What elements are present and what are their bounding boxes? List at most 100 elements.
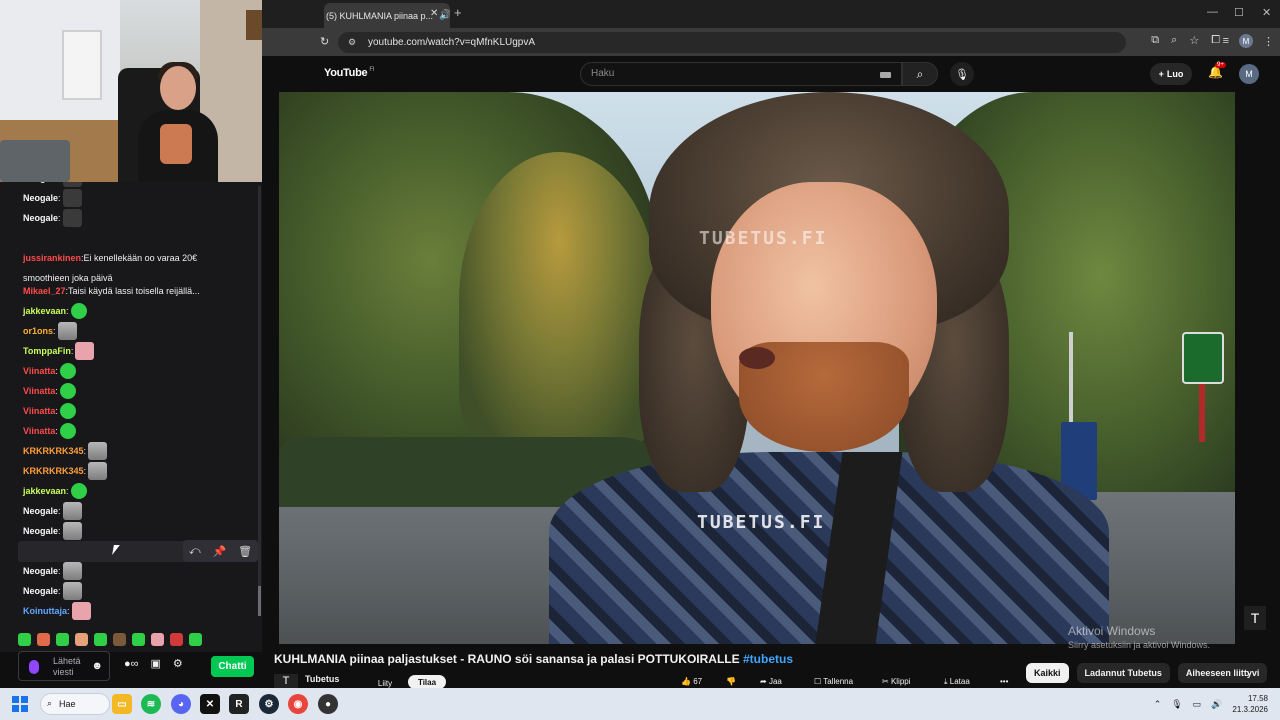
app-icon[interactable]: R xyxy=(229,694,249,714)
network-icon[interactable]: ▭ xyxy=(1193,699,1202,710)
share-button[interactable]: ➦ Jaa xyxy=(760,677,782,686)
chat-username[interactable]: Viinatta xyxy=(23,366,55,376)
pin-icon[interactable]: 📌 xyxy=(213,545,227,558)
chat-username[interactable]: jussirankinen xyxy=(23,253,81,263)
chat-username[interactable]: or1ons xyxy=(23,326,53,336)
player-logo-icon[interactable]: T xyxy=(1244,606,1266,630)
chat-message[interactable]: Neogale: xyxy=(23,561,82,581)
chip-all[interactable]: Kaikki xyxy=(1026,663,1069,683)
chat-message[interactable]: Viinatta: xyxy=(23,381,76,401)
emote-icon[interactable] xyxy=(18,632,31,646)
bookmark-star-icon[interactable]: ☆ xyxy=(1189,34,1199,47)
chat-message[interactable]: Viinatta: xyxy=(23,421,76,441)
chat-message[interactable]: Viinatta: xyxy=(23,401,76,421)
emote-icon[interactable] xyxy=(170,632,183,646)
account-avatar[interactable]: M xyxy=(1239,64,1259,84)
delete-icon[interactable]: 🗑 xyxy=(238,545,252,558)
save-button[interactable]: ☐ Tallenna xyxy=(814,677,853,686)
chat-username[interactable]: Neogale xyxy=(23,506,58,516)
settings-icon[interactable]: ⚙ xyxy=(173,657,183,670)
voice-search-button[interactable]: 🎙 xyxy=(950,62,974,86)
emote-icon[interactable] xyxy=(37,632,50,646)
create-button[interactable]: + Luo xyxy=(1150,63,1192,85)
chat-message[interactable]: Koinuttaja: xyxy=(23,601,91,621)
minimize-icon[interactable]: — xyxy=(1207,6,1218,18)
capcut-icon[interactable]: ✕ xyxy=(200,694,220,714)
chat-username[interactable]: TomppaFin xyxy=(23,346,71,356)
chat-message[interactable]: or1ons: xyxy=(23,321,77,341)
bits-icon[interactable]: ●∞ xyxy=(124,658,139,670)
emote-icon[interactable] xyxy=(132,632,145,646)
search-input[interactable]: Haku xyxy=(580,62,902,86)
spotify-icon[interactable]: ≋ xyxy=(141,694,161,714)
zoom-icon[interactable]: ⌕ xyxy=(1171,34,1177,47)
chat-username[interactable]: KRKRKRK345 xyxy=(23,466,84,476)
chat-username[interactable]: Viinatta xyxy=(23,426,55,436)
chat-send-button[interactable]: Chatti xyxy=(211,656,254,677)
keyboard-icon[interactable] xyxy=(880,72,891,78)
maximize-icon[interactable]: ☐ xyxy=(1234,6,1244,19)
emote-icon[interactable] xyxy=(94,632,107,646)
profile-avatar[interactable]: M xyxy=(1239,34,1253,48)
chat-message[interactable]: Mikael_27: Taisi käydä lassi toisella re… xyxy=(23,281,200,301)
chevron-up-icon[interactable]: ⌃ xyxy=(1154,699,1162,710)
gift-icon[interactable]: ▣ xyxy=(151,657,161,670)
discord-icon[interactable]: ◕ xyxy=(171,694,191,714)
site-info-icon[interactable]: ⚙ xyxy=(348,37,356,48)
chat-username[interactable]: Neogale xyxy=(23,213,58,223)
emoji-icon[interactable]: ☻ xyxy=(91,660,103,672)
reply-icon[interactable]: ⤺ xyxy=(189,545,201,558)
address-bar[interactable]: ⚙ youtube.com/watch?v=qMfnKLUgpvA xyxy=(338,32,1126,53)
chat-username[interactable]: Koinuttaja xyxy=(23,606,67,616)
chat-message[interactable]: jakkevaan: xyxy=(23,301,87,321)
chip-related[interactable]: Aiheeseen liittyvi xyxy=(1177,663,1268,683)
youtube-logo[interactable]: YouTube FI xyxy=(324,67,374,79)
chat-username[interactable]: KRKRKRK345 xyxy=(23,446,84,456)
chat-username[interactable]: jakkevaan xyxy=(23,486,66,496)
extensions-icon[interactable]: ⧠ xyxy=(1211,34,1220,47)
emote-icon[interactable] xyxy=(113,632,126,646)
chat-username[interactable]: Mikael_27 xyxy=(23,286,66,296)
hashtag-link[interactable]: #tubetus xyxy=(743,652,793,666)
video-player[interactable]: TUBETUS.FI TUBETUS.FI xyxy=(279,92,1235,644)
reload-icon[interactable]: ↻ xyxy=(320,35,329,48)
chat-message[interactable]: Neogale: xyxy=(23,501,82,521)
channel-avatar[interactable]: T xyxy=(274,674,298,688)
volume-icon[interactable]: 🔊 xyxy=(1211,699,1222,710)
start-button[interactable] xyxy=(12,696,28,712)
chat-message[interactable]: jakkevaan: xyxy=(23,481,87,501)
download-button[interactable]: ⤓ Lataa xyxy=(944,677,970,687)
chat-username[interactable]: Neogale xyxy=(23,586,58,596)
window-close-icon[interactable]: ✕ xyxy=(1262,6,1271,19)
close-icon[interactable]: ✕ xyxy=(430,8,438,19)
mic-icon[interactable]: 🎙 xyxy=(1171,699,1182,710)
mic-icon[interactable] xyxy=(29,660,39,674)
channel-name[interactable]: Tubetus xyxy=(305,674,339,684)
more-actions-icon[interactable]: ••• xyxy=(1000,677,1008,686)
chat-message[interactable]: TomppaFin: xyxy=(23,341,95,361)
chat-username[interactable]: Neogale xyxy=(23,566,58,576)
emote-icon[interactable] xyxy=(75,632,88,646)
file-explorer-icon[interactable]: ▭ xyxy=(112,694,132,714)
chevron-right-icon[interactable]: › xyxy=(1246,666,1250,680)
chip-uploaded[interactable]: Ladannut Tubetus xyxy=(1076,663,1170,683)
media-icon[interactable]: ≡ xyxy=(1223,35,1229,47)
chat-username[interactable]: Neogale xyxy=(23,193,58,203)
like-button[interactable]: 👍 67 xyxy=(681,677,702,686)
chrome-icon[interactable]: ◉ xyxy=(288,694,308,714)
chat-username[interactable]: Viinatta xyxy=(23,386,55,396)
taskbar-search[interactable]: ⌕ Hae xyxy=(40,693,110,715)
subscribe-button[interactable]: Tilaa xyxy=(408,675,446,689)
new-tab-icon[interactable]: + xyxy=(454,5,462,20)
chat-username[interactable]: Neogale xyxy=(23,526,58,536)
chat-message[interactable]: Neogale: xyxy=(23,581,82,601)
clock[interactable]: 17.58 21.3.2026 xyxy=(1232,693,1268,715)
cast-icon[interactable]: ⧉ xyxy=(1151,34,1159,47)
chat-username[interactable]: Viinatta xyxy=(23,406,55,416)
chat-message[interactable]: jussirankinen: Ei kenellekään oo varaa 2… xyxy=(23,248,197,268)
obs-icon[interactable]: ● xyxy=(318,694,338,714)
steam-icon[interactable]: ⚙ xyxy=(259,694,279,714)
emote-icon[interactable] xyxy=(189,632,202,646)
clip-button[interactable]: ✂ Klippi xyxy=(882,677,911,686)
chat-message[interactable]: Neogale: xyxy=(23,188,82,208)
